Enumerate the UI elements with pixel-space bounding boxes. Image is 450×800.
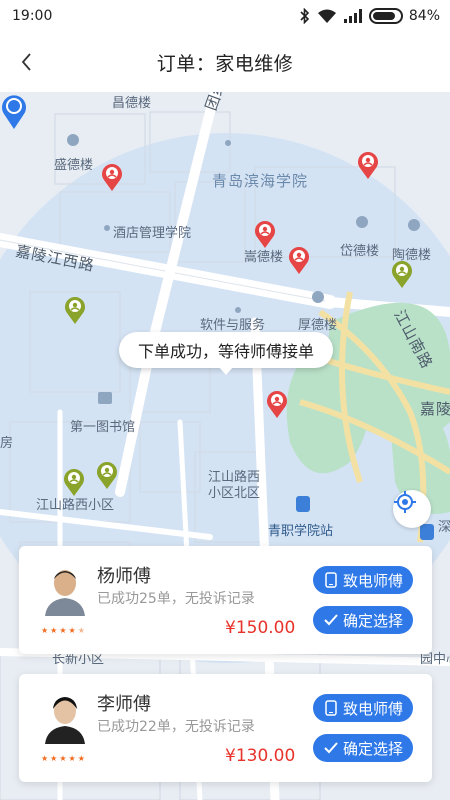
back-arrow-icon[interactable] — [14, 48, 42, 76]
master-card[interactable]: ★ ★ ★ ★ ★ 李师傅 已成功22单，无投诉记录 ¥130.00 致电师傅 确定选择 — [19, 674, 432, 782]
star-icon: ★ — [50, 626, 58, 635]
star-icon: ★ — [68, 626, 76, 635]
worker-pin-red[interactable] — [266, 389, 288, 419]
master-description: 已成功25单，无投诉记录 — [97, 591, 255, 607]
worker-pin-red[interactable] — [254, 219, 276, 249]
phone-icon — [325, 572, 337, 588]
call-master-label: 致电师傅 — [342, 571, 403, 590]
phone-icon — [325, 700, 337, 716]
battery-level: 84% — [408, 8, 440, 24]
status-icons: 84% — [299, 8, 440, 24]
master-name: 李师傅 — [97, 694, 151, 715]
map-label-daide: 岱德楼 — [340, 244, 380, 259]
map-label-jialing-short: 嘉陵 — [420, 400, 450, 418]
check-icon — [324, 614, 338, 626]
avatar — [41, 564, 89, 616]
map-label-library: 第一图书馆 — [70, 420, 136, 435]
map-label-shen: 深 — [438, 520, 450, 535]
map-label-fang: 房 — [0, 436, 14, 451]
order-status-bubble: 下单成功，等待师傅接单 — [119, 332, 333, 375]
master-card[interactable]: ★ ★ ★ ★ ★ 杨师傅 已成功25单，无投诉记录 ¥150.00 致电师傅 确定选择 — [19, 546, 432, 654]
star-icon: ★ — [41, 754, 49, 763]
confirm-select-label: 确定选择 — [342, 611, 403, 630]
map-label-changde: 昌德楼 — [112, 96, 152, 111]
worker-pin-green[interactable] — [63, 467, 85, 497]
master-name: 杨师傅 — [97, 566, 151, 587]
map-label-software: 软件与服务 — [200, 318, 266, 333]
star-icon: ★ — [77, 754, 85, 763]
worker-pin-green[interactable] — [391, 259, 413, 289]
confirm-select-button[interactable]: 确定选择 — [313, 606, 413, 634]
map-label-hotel-mgmt: 酒店管理学院 — [113, 226, 192, 241]
status-bar: 19:00 84% — [0, 0, 450, 32]
map-label-qingzhi-station: 青职学院站 — [268, 524, 334, 539]
master-description: 已成功22单，无投诉记录 — [97, 719, 255, 735]
current-location-pin-icon — [2, 95, 26, 129]
map-label-jiangshan-north: 江山路西 小区北区 — [208, 470, 261, 501]
star-icon: ★ — [59, 626, 67, 635]
half-star-icon: ★ — [77, 626, 85, 635]
worker-pin-red[interactable] — [101, 162, 123, 192]
bluetooth-icon — [300, 8, 310, 24]
check-icon — [324, 742, 338, 754]
nav-bar: 订单：家电维修 — [0, 32, 450, 92]
star-icon: ★ — [50, 754, 58, 763]
map-label-shengde: 盛德楼 — [54, 158, 94, 173]
rating-stars: ★ ★ ★ ★ ★ — [41, 626, 85, 635]
rating-stars: ★ ★ ★ ★ ★ — [41, 754, 85, 763]
locate-button[interactable] — [393, 490, 431, 528]
call-master-label: 致电师傅 — [342, 699, 403, 718]
battery-icon — [368, 8, 403, 24]
star-icon: ★ — [68, 754, 76, 763]
signal-icon — [343, 9, 362, 23]
map-label-houde: 厚德楼 — [298, 318, 338, 333]
wifi-icon — [317, 9, 336, 23]
worker-pin-green[interactable] — [96, 460, 118, 490]
map-label-qingdao-binhai: 青岛滨海学院 — [212, 172, 309, 190]
status-time: 19:00 — [12, 8, 53, 24]
call-master-button[interactable]: 致电师傅 — [313, 694, 413, 722]
crosshair-icon — [394, 491, 416, 513]
star-icon: ★ — [41, 626, 49, 635]
master-price: ¥150.00 — [225, 618, 296, 638]
worker-pin-green[interactable] — [64, 295, 86, 325]
page-title: 订单：家电维修 — [156, 52, 294, 75]
star-icon: ★ — [59, 754, 67, 763]
confirm-select-button[interactable]: 确定选择 — [313, 734, 413, 762]
worker-pin-red[interactable] — [357, 150, 379, 180]
avatar — [41, 692, 89, 744]
master-price: ¥130.00 — [225, 746, 296, 766]
call-master-button[interactable]: 致电师傅 — [313, 566, 413, 594]
worker-pin-red[interactable] — [288, 245, 310, 275]
confirm-select-label: 确定选择 — [342, 739, 403, 758]
